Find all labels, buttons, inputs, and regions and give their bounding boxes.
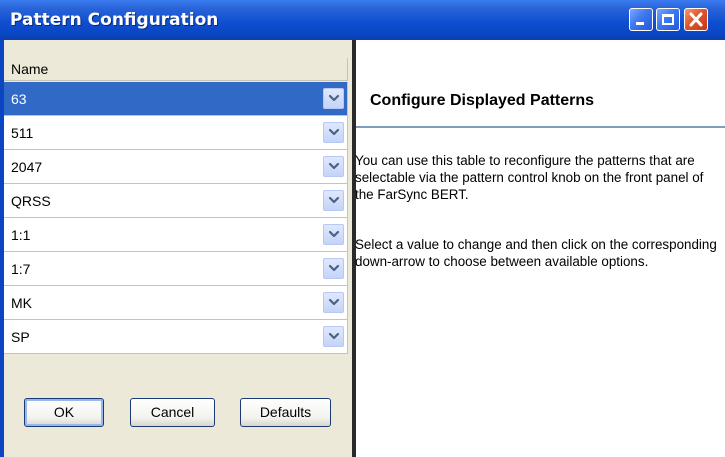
- table-row[interactable]: 511: [4, 116, 348, 150]
- table-row[interactable]: 63: [4, 82, 348, 116]
- maximize-button[interactable]: [656, 8, 680, 31]
- chevron-down-icon: [328, 196, 340, 204]
- help-divider: [356, 126, 725, 128]
- column-header-label: Name: [11, 61, 49, 77]
- maximize-icon: [662, 14, 674, 25]
- title-bar[interactable]: Pattern Configuration: [0, 0, 725, 40]
- dropdown-button[interactable]: [323, 122, 344, 143]
- help-paragraph-1: You can use this table to reconfigure th…: [355, 153, 704, 202]
- pattern-value[interactable]: 2047: [11, 159, 42, 175]
- pattern-value[interactable]: QRSS: [11, 193, 51, 209]
- table-row[interactable]: 2047: [4, 150, 348, 184]
- pattern-value[interactable]: 63: [11, 91, 27, 107]
- close-icon: [689, 12, 703, 27]
- chevron-down-icon: [328, 162, 340, 170]
- window-title: Pattern Configuration: [10, 10, 219, 30]
- chevron-down-icon: [328, 230, 340, 238]
- dropdown-button[interactable]: [323, 190, 344, 211]
- dropdown-button[interactable]: [323, 326, 344, 347]
- dropdown-button[interactable]: [323, 156, 344, 177]
- dropdown-button[interactable]: [323, 224, 344, 245]
- column-header-name[interactable]: Name: [4, 58, 348, 81]
- pattern-value[interactable]: MK: [11, 295, 32, 311]
- chevron-down-icon: [328, 128, 340, 136]
- defaults-button[interactable]: Defaults: [240, 398, 331, 427]
- help-paragraph-2: Select a value to change and then click …: [355, 237, 717, 269]
- dropdown-button[interactable]: [323, 292, 344, 313]
- minimize-icon: [636, 22, 644, 25]
- pattern-value[interactable]: 511: [11, 125, 33, 141]
- chevron-down-icon: [328, 264, 340, 272]
- table-row[interactable]: MK: [4, 286, 348, 320]
- table-row[interactable]: QRSS: [4, 184, 348, 218]
- table-row[interactable]: 1:1: [4, 218, 348, 252]
- dropdown-button[interactable]: [323, 88, 344, 109]
- pattern-value[interactable]: 1:1: [11, 227, 30, 243]
- table-row[interactable]: SP: [4, 320, 348, 354]
- pattern-value[interactable]: SP: [11, 329, 30, 345]
- chevron-down-icon: [328, 94, 340, 102]
- chevron-down-icon: [328, 298, 340, 306]
- dropdown-button[interactable]: [323, 258, 344, 279]
- cancel-button[interactable]: Cancel: [130, 398, 215, 427]
- chevron-down-icon: [328, 332, 340, 340]
- help-title: Configure Displayed Patterns: [370, 92, 595, 109]
- close-button[interactable]: [684, 8, 708, 31]
- minimize-button[interactable]: [629, 8, 653, 31]
- ok-button[interactable]: OK: [24, 398, 104, 427]
- table-row[interactable]: 1:7: [4, 252, 348, 286]
- pattern-value[interactable]: 1:7: [11, 261, 30, 277]
- patterns-table: 63 511 2047 QRSS 1:1 1:7 MK SP: [4, 82, 348, 354]
